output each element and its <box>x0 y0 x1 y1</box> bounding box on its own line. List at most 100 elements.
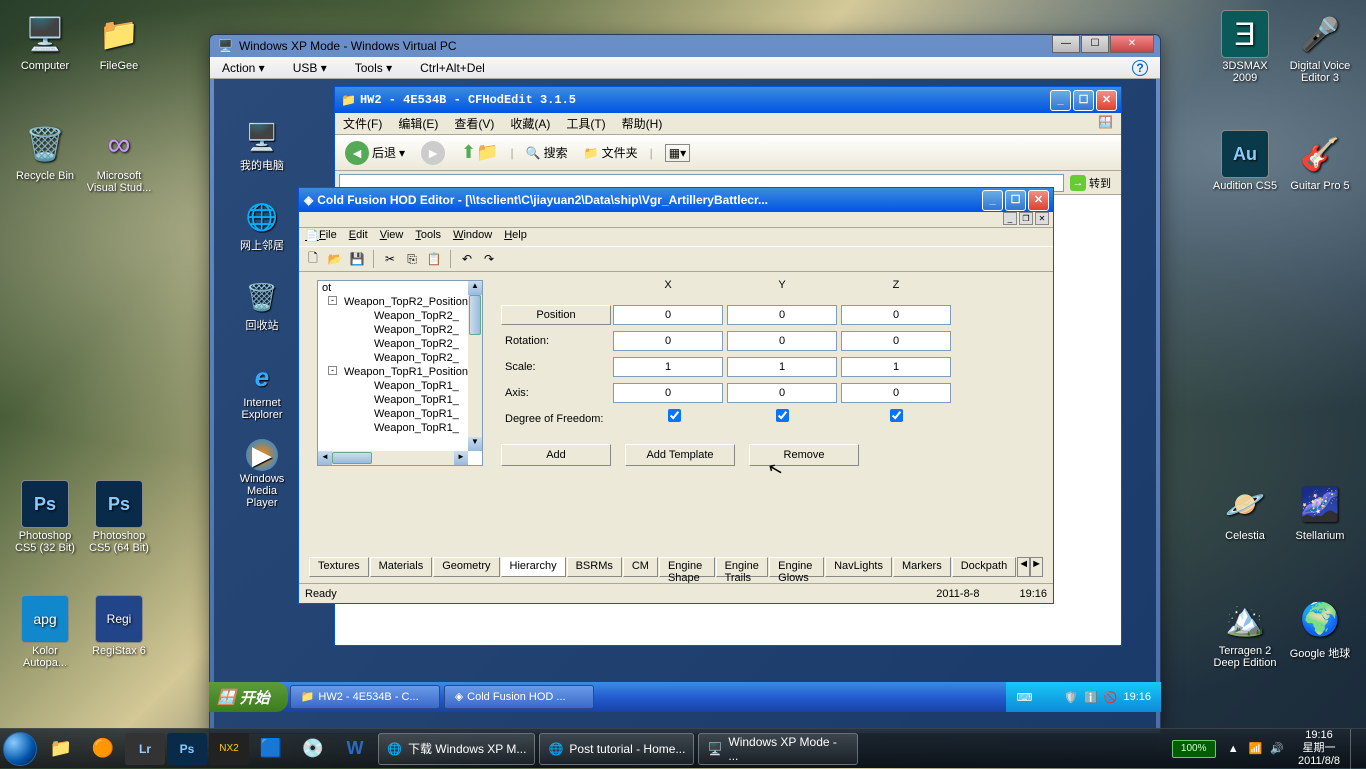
hod-menu-tools[interactable]: Tools <box>415 229 441 245</box>
tab-engine-glows[interactable]: Engine Glows <box>769 557 824 577</box>
desktop-recyclebin-icon[interactable]: 🗑️Recycle Bin <box>10 120 80 182</box>
tab-scroll-icon[interactable]: ◄ <box>1017 557 1030 577</box>
new-icon[interactable]: 🗋 <box>303 249 323 269</box>
desktop-googleearth-icon[interactable]: 🌍Google 地球 <box>1285 595 1355 661</box>
tab-navlights[interactable]: NavLights <box>825 557 892 577</box>
mdi-restore[interactable]: ❐ <box>1019 212 1033 225</box>
tree-item[interactable]: -Weapon_TopR1_Position <box>318 365 482 379</box>
rotation-x-input[interactable] <box>613 331 723 351</box>
pinned-explorer[interactable]: 📁 <box>41 733 81 765</box>
axis-y-input[interactable] <box>727 383 837 403</box>
tree-expander-icon[interactable]: - <box>328 296 337 305</box>
tray-alert-icon[interactable]: 🚫 <box>1104 691 1118 704</box>
back-button[interactable]: ◄后退 ▾ <box>341 139 409 167</box>
pinned-word[interactable]: W <box>335 733 375 765</box>
xp-start-button[interactable]: 🪟 开始 <box>209 682 288 712</box>
scroll-right-icon[interactable]: ► <box>454 451 468 465</box>
goto-button[interactable]: →转到 <box>1064 175 1117 191</box>
virtualpc-titlebar[interactable]: 🖥️Windows XP Mode - Windows Virtual PC —… <box>210 35 1160 57</box>
axis-x-input[interactable] <box>613 383 723 403</box>
scroll-down-icon[interactable]: ▼ <box>468 437 482 451</box>
tree-scrollbar-v[interactable]: ▲ ▼ <box>468 281 482 451</box>
desktop-3dsmax-icon[interactable]: Ǝ3DSMAX 2009 <box>1210 10 1280 84</box>
scale-x-input[interactable] <box>613 357 723 377</box>
desktop-voiceeditor-icon[interactable]: 🎤Digital Voice Editor 3 <box>1285 10 1355 84</box>
pinned-lightroom[interactable]: Lr <box>125 733 165 765</box>
tab-dockpath[interactable]: Dockpath <box>952 557 1016 577</box>
save-icon[interactable]: 💾 <box>347 249 367 269</box>
tray-network-icon[interactable]: 📶 <box>1245 742 1267 755</box>
hierarchy-tree[interactable]: ot-Weapon_TopR2_PositionWeapon_TopR2_Wea… <box>317 280 483 466</box>
position-y-input[interactable] <box>727 305 837 325</box>
tree-item[interactable]: -Weapon_TopR2_Position <box>318 295 482 309</box>
explorer-minimize[interactable]: _ <box>1050 90 1071 111</box>
desktop-terragen-icon[interactable]: 🏔️Terragen 2 Deep Edition <box>1210 595 1280 669</box>
minimize-button[interactable]: — <box>1052 35 1080 53</box>
views-button[interactable]: ▦▾ <box>661 142 694 164</box>
scroll-left-icon[interactable]: ◄ <box>318 451 332 465</box>
xp-systray[interactable]: ⌨ 🛡️ ℹ️ 🚫 19:16 <box>1006 682 1161 712</box>
open-icon[interactable]: 📂 <box>325 249 345 269</box>
hod-maximize[interactable]: ☐ <box>1005 190 1026 211</box>
rotation-y-input[interactable] <box>727 331 837 351</box>
tray-shield-icon[interactable]: 🛡️ <box>1064 691 1078 704</box>
dof-x-checkbox[interactable] <box>668 409 681 422</box>
xp-task-explorer[interactable]: 📁 HW2 - 4E534B - C... <box>290 685 440 709</box>
tab-cm[interactable]: CM <box>623 557 658 577</box>
hod-menu-file[interactable]: File <box>319 229 337 245</box>
pinned-discs[interactable]: 💿 <box>293 733 333 765</box>
explorer-maximize[interactable]: ☐ <box>1073 90 1094 111</box>
pinned-app1[interactable]: 🟦 <box>251 733 291 765</box>
task-ie-tutorial[interactable]: 🌐 Post tutorial - Home... <box>539 733 694 765</box>
remove-button[interactable]: Remove <box>749 444 859 466</box>
desktop-computer-icon[interactable]: 🖥️Computer <box>10 10 80 72</box>
scroll-thumb[interactable] <box>469 295 481 335</box>
tab-bsrms[interactable]: BSRMs <box>567 557 622 577</box>
axis-z-input[interactable] <box>841 383 951 403</box>
tree-item[interactable]: Weapon_TopR1_ <box>318 421 482 435</box>
menu-action[interactable]: Action ▾ <box>222 61 265 75</box>
explorer-close[interactable]: ✕ <box>1096 90 1117 111</box>
desktop-kolor-icon[interactable]: apgKolor Autopa... <box>10 595 80 669</box>
start-orb[interactable] <box>0 729 40 769</box>
position-button[interactable]: Position <box>501 305 611 325</box>
xp-network-icon[interactable]: 🌐网上邻居 <box>234 199 290 253</box>
tab-scroll-icon[interactable]: ► <box>1030 557 1043 577</box>
search-button[interactable]: 🔍搜索 <box>522 142 572 163</box>
xp-recyclebin-icon[interactable]: 🗑️回收站 <box>234 279 290 333</box>
menu-favorites[interactable]: 收藏(A) <box>510 115 550 132</box>
pinned-photoshop[interactable]: Ps <box>167 733 207 765</box>
win7-clock[interactable]: 19:16 星期一 2011/8/8 <box>1288 729 1350 768</box>
mdi-close[interactable]: ✕ <box>1035 212 1049 225</box>
hod-menu-window[interactable]: Window <box>453 229 492 245</box>
dof-y-checkbox[interactable] <box>776 409 789 422</box>
tray-info-icon[interactable]: ℹ️ <box>1084 691 1098 704</box>
scroll-up-icon[interactable]: ▲ <box>468 281 482 295</box>
desktop-audition-icon[interactable]: AuAudition CS5 <box>1210 130 1280 192</box>
tree-item[interactable]: Weapon_TopR1_ <box>318 379 482 393</box>
forward-button[interactable]: ► <box>417 139 449 167</box>
task-ie-download[interactable]: 🌐 下载 Windows XP M... <box>378 733 535 765</box>
dof-z-checkbox[interactable] <box>890 409 903 422</box>
tab-textures[interactable]: Textures <box>309 557 369 577</box>
paste-icon[interactable]: 📋 <box>424 249 444 269</box>
desktop-ps64-icon[interactable]: PsPhotoshop CS5 (64 Bit) <box>84 480 154 554</box>
mdi-minimize[interactable]: _ <box>1003 212 1017 225</box>
pinned-nx2[interactable]: NX2 <box>209 733 249 765</box>
hod-close[interactable]: ✕ <box>1028 190 1049 211</box>
hod-menu-edit[interactable]: Edit <box>349 229 368 245</box>
tab-hierarchy[interactable]: Hierarchy <box>501 557 566 577</box>
close-button[interactable]: ✕ <box>1110 35 1154 53</box>
tree-item[interactable]: Weapon_TopR2_ <box>318 323 482 337</box>
menu-tools[interactable]: Tools ▾ <box>355 61 392 75</box>
position-x-input[interactable] <box>613 305 723 325</box>
menu-tools[interactable]: 工具(T) <box>566 115 605 132</box>
undo-icon[interactable]: ↶ <box>457 249 477 269</box>
folders-button[interactable]: 📁文件夹 <box>580 142 642 163</box>
keyboard-icon[interactable]: ⌨ <box>1016 691 1032 704</box>
desktop-celestia-icon[interactable]: 🪐Celestia <box>1210 480 1280 542</box>
desktop-registax-icon[interactable]: RegiRegiStax 6 <box>84 595 154 657</box>
menu-help[interactable]: 帮助(H) <box>622 115 663 132</box>
rotation-z-input[interactable] <box>841 331 951 351</box>
maximize-button[interactable]: ☐ <box>1081 35 1109 53</box>
